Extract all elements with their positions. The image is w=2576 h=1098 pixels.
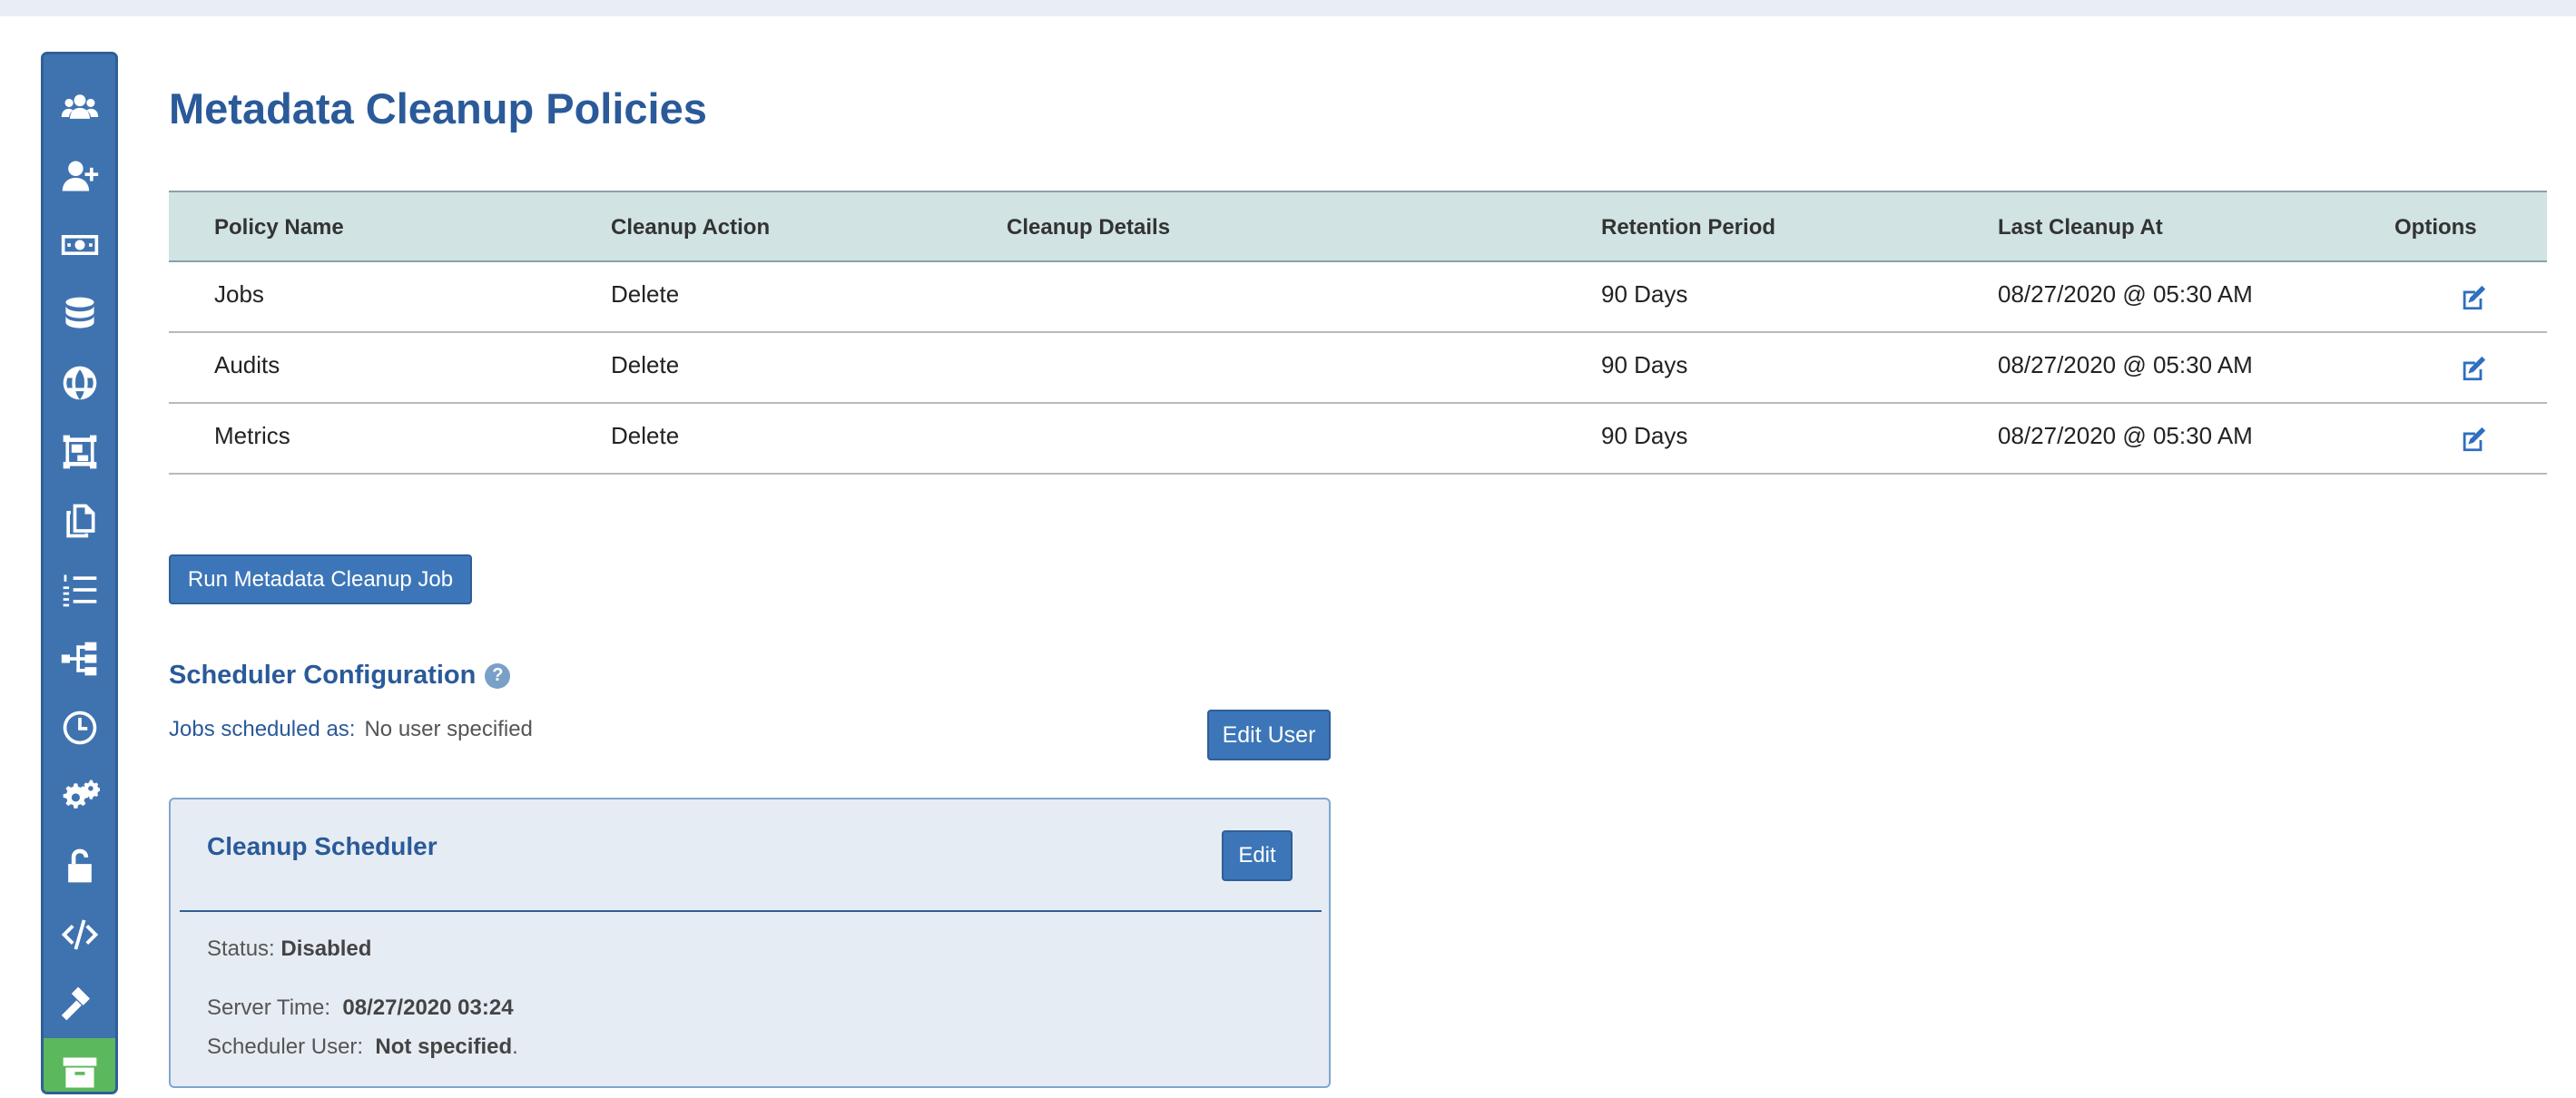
edit-icon[interactable] [2460,426,2487,453]
scheduler-user-label: Scheduler User: [207,1034,364,1059]
cell-retention-period: 90 Days [1601,351,1688,378]
unlock-icon [67,848,92,883]
cell-last-cleanup-at: 08/27/2020 @ 05:30 AM [1998,280,2253,308]
column-header-options: Options [2394,215,2477,240]
top-bar [0,0,2576,16]
page-title: Metadata Cleanup Policies [169,84,707,132]
status-label: Status: [207,936,275,961]
sidebar-nav [41,52,118,1094]
sidebar-item-database[interactable] [44,279,115,348]
cell-retention-period: 90 Days [1601,280,1688,308]
code-icon [61,919,98,950]
sidebar-item-list[interactable] [44,555,115,624]
sidebar-item-settings[interactable] [44,762,115,831]
sidebar-item-security[interactable] [44,831,115,900]
table-row: Audits Delete 90 Days 08/27/2020 @ 05:30… [169,333,2547,404]
divider [180,910,1322,912]
scheduler-configuration-title: Scheduler Configuration [169,661,477,690]
server-time-value: 08/27/2020 03:24 [342,995,514,1020]
cell-retention-period: 90 Days [1601,422,1688,449]
scheduler-user: Scheduler User: Not specified. [207,1034,518,1060]
cell-cleanup-action: Delete [611,351,680,378]
cell-cleanup-action: Delete [611,280,680,308]
server-time-label: Server Time: [207,995,331,1020]
sidebar-item-copy[interactable] [44,486,115,555]
status-value: Disabled [280,936,372,961]
object-group-icon [63,435,96,469]
jobs-scheduled-value: No user specified [364,717,533,741]
edit-scheduler-button[interactable]: Edit [1222,830,1293,881]
policies-table: Policy Name Cleanup Action Cleanup Detai… [169,191,2547,475]
column-header-cleanup-action[interactable]: Cleanup Action [611,192,770,262]
column-header-cleanup-details[interactable]: Cleanup Details [1007,192,1170,262]
cell-cleanup-action: Delete [611,422,680,449]
sidebar-item-users[interactable] [44,73,115,142]
scheduler-status: Status: Disabled [207,936,371,962]
edit-icon[interactable] [2460,284,2487,311]
archive-icon [63,1057,96,1088]
scheduler-user-value: Not specified [375,1034,513,1059]
cell-policy-name: Metrics [214,422,290,449]
sidebar-item-tools[interactable] [44,969,115,1038]
cell-policy-name: Audits [214,351,280,378]
scheduler-server-time: Server Time: 08/27/2020 03:24 [207,995,514,1021]
sidebar-item-code[interactable] [44,900,115,969]
sidebar-item-add-user[interactable] [44,142,115,211]
money-icon [61,235,98,255]
sidebar-item-globe[interactable] [44,348,115,417]
copy-icon [65,504,94,538]
edit-user-button[interactable]: Edit User [1207,710,1331,760]
run-cleanup-job-button[interactable]: Run Metadata Cleanup Job [169,554,472,604]
gavel-icon [61,986,90,1021]
sidebar-item-archive[interactable] [44,1038,115,1092]
cell-last-cleanup-at: 08/27/2020 @ 05:30 AM [1998,351,2253,378]
sidebar-item-projects[interactable] [44,417,115,486]
cleanup-scheduler-title: Cleanup Scheduler [207,832,438,860]
column-header-last-cleanup-at[interactable]: Last Cleanup At [1998,192,2163,262]
jobs-scheduled-label: Jobs scheduled as: [169,717,356,741]
scheduler-configuration-heading: Scheduler Configuration ? [169,661,511,691]
question-circle-icon[interactable]: ? [485,662,511,689]
column-header-policy-name[interactable]: Policy Name [214,192,344,262]
sidebar-item-schedule[interactable] [44,693,115,762]
globe-icon [63,366,96,400]
edit-icon[interactable] [2460,355,2487,382]
list-ol-icon [63,574,96,607]
table-row: Jobs Delete 90 Days 08/27/2020 @ 05:30 A… [169,262,2547,333]
column-header-retention-period[interactable]: Retention Period [1601,192,1775,262]
database-icon [64,297,94,328]
table-header: Policy Name Cleanup Action Cleanup Detai… [169,191,2547,262]
users-icon [61,94,98,119]
cell-policy-name: Jobs [214,280,264,308]
user-plus-icon [62,161,98,191]
sidebar-item-workflow[interactable] [44,624,115,693]
table-row: Metrics Delete 90 Days 08/27/2020 @ 05:3… [169,404,2547,475]
sitemap-icon [61,642,96,676]
jobs-scheduled-as: Jobs scheduled as: No user specified [169,717,533,742]
clock-icon [63,711,96,745]
cell-last-cleanup-at: 08/27/2020 @ 05:30 AM [1998,422,2253,449]
cogs-icon [63,779,100,809]
cleanup-scheduler-panel: Cleanup Scheduler Edit Status: Disabled … [169,798,1331,1088]
scheduler-user-suffix: . [512,1034,518,1059]
sidebar-item-billing[interactable] [44,211,115,279]
